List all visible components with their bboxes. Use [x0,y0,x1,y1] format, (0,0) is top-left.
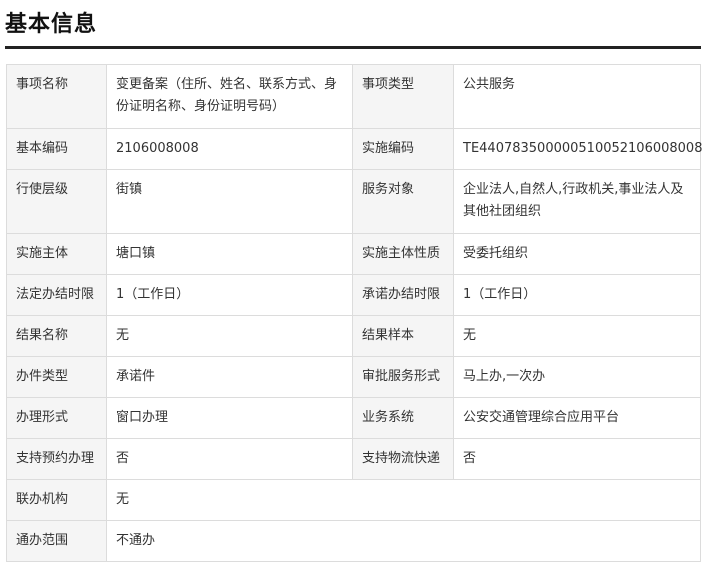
field-value: 1（工作日） [453,274,701,316]
field-label: 实施主体性质 [352,233,454,275]
field-value: 承诺件 [106,356,353,398]
table-row: 结果名称 无 结果样本 无 [6,315,701,357]
table-row: 联办机构 无 [6,479,701,521]
field-value: 马上办,一次办 [453,356,701,398]
field-label: 基本编码 [6,128,107,170]
field-value: 无 [453,315,701,357]
field-value: 无 [106,479,701,521]
field-value: 1（工作日） [106,274,353,316]
field-label: 结果名称 [6,315,107,357]
field-value: TE440783500000510052106008008 [453,128,702,170]
field-value: 公共服务 [453,64,701,129]
field-value: 受委托组织 [453,233,701,275]
field-value: 窗口办理 [106,397,353,439]
table-row: 办件类型 承诺件 审批服务形式 马上办,一次办 [6,356,701,398]
field-label: 通办范围 [6,520,107,562]
field-value: 塘口镇 [106,233,353,275]
table-row: 行使层级 街镇 服务对象 企业法人,自然人,行政机关,事业法人及其他社团组织 [6,169,701,234]
table-row: 基本编码 2106008008 实施编码 TE44078350000051005… [6,128,702,170]
field-value: 不通办 [106,520,701,562]
field-label: 联办机构 [6,479,107,521]
field-label: 业务系统 [352,397,454,439]
table-row: 支持预约办理 否 支持物流快递 否 [6,438,701,480]
table-row: 办理形式 窗口办理 业务系统 公安交通管理综合应用平台 [6,397,701,439]
field-value: 公安交通管理综合应用平台 [453,397,701,439]
field-label: 承诺办结时限 [352,274,454,316]
field-label: 办理形式 [6,397,107,439]
table-row: 法定办结时限 1（工作日） 承诺办结时限 1（工作日） [6,274,701,316]
field-label: 实施编码 [352,128,454,170]
table-row: 事项名称 变更备案（住所、姓名、联系方式、身份证明名称、身份证明号码） 事项类型… [6,64,701,129]
field-label: 支持物流快递 [352,438,454,480]
field-label: 结果样本 [352,315,454,357]
basic-info-table: 事项名称 变更备案（住所、姓名、联系方式、身份证明名称、身份证明号码） 事项类型… [6,64,702,562]
field-label: 实施主体 [6,233,107,275]
field-value: 街镇 [106,169,353,234]
field-value: 无 [106,315,353,357]
section-title: 基本信息 [5,12,98,37]
field-label: 事项类型 [352,64,454,129]
table-row: 实施主体 塘口镇 实施主体性质 受委托组织 [6,233,701,275]
field-label: 支持预约办理 [6,438,107,480]
field-value: 否 [453,438,701,480]
field-value: 否 [106,438,353,480]
field-label: 法定办结时限 [6,274,107,316]
field-label: 行使层级 [6,169,107,234]
field-value: 变更备案（住所、姓名、联系方式、身份证明名称、身份证明号码） [106,64,353,129]
field-value: 2106008008 [106,128,353,170]
field-label: 办件类型 [6,356,107,398]
section-header: 基本信息 [5,0,701,49]
field-label: 审批服务形式 [352,356,454,398]
field-value: 企业法人,自然人,行政机关,事业法人及其他社团组织 [453,169,701,234]
field-label: 事项名称 [6,64,107,129]
table-row: 通办范围 不通办 [6,520,701,562]
field-label: 服务对象 [352,169,454,234]
